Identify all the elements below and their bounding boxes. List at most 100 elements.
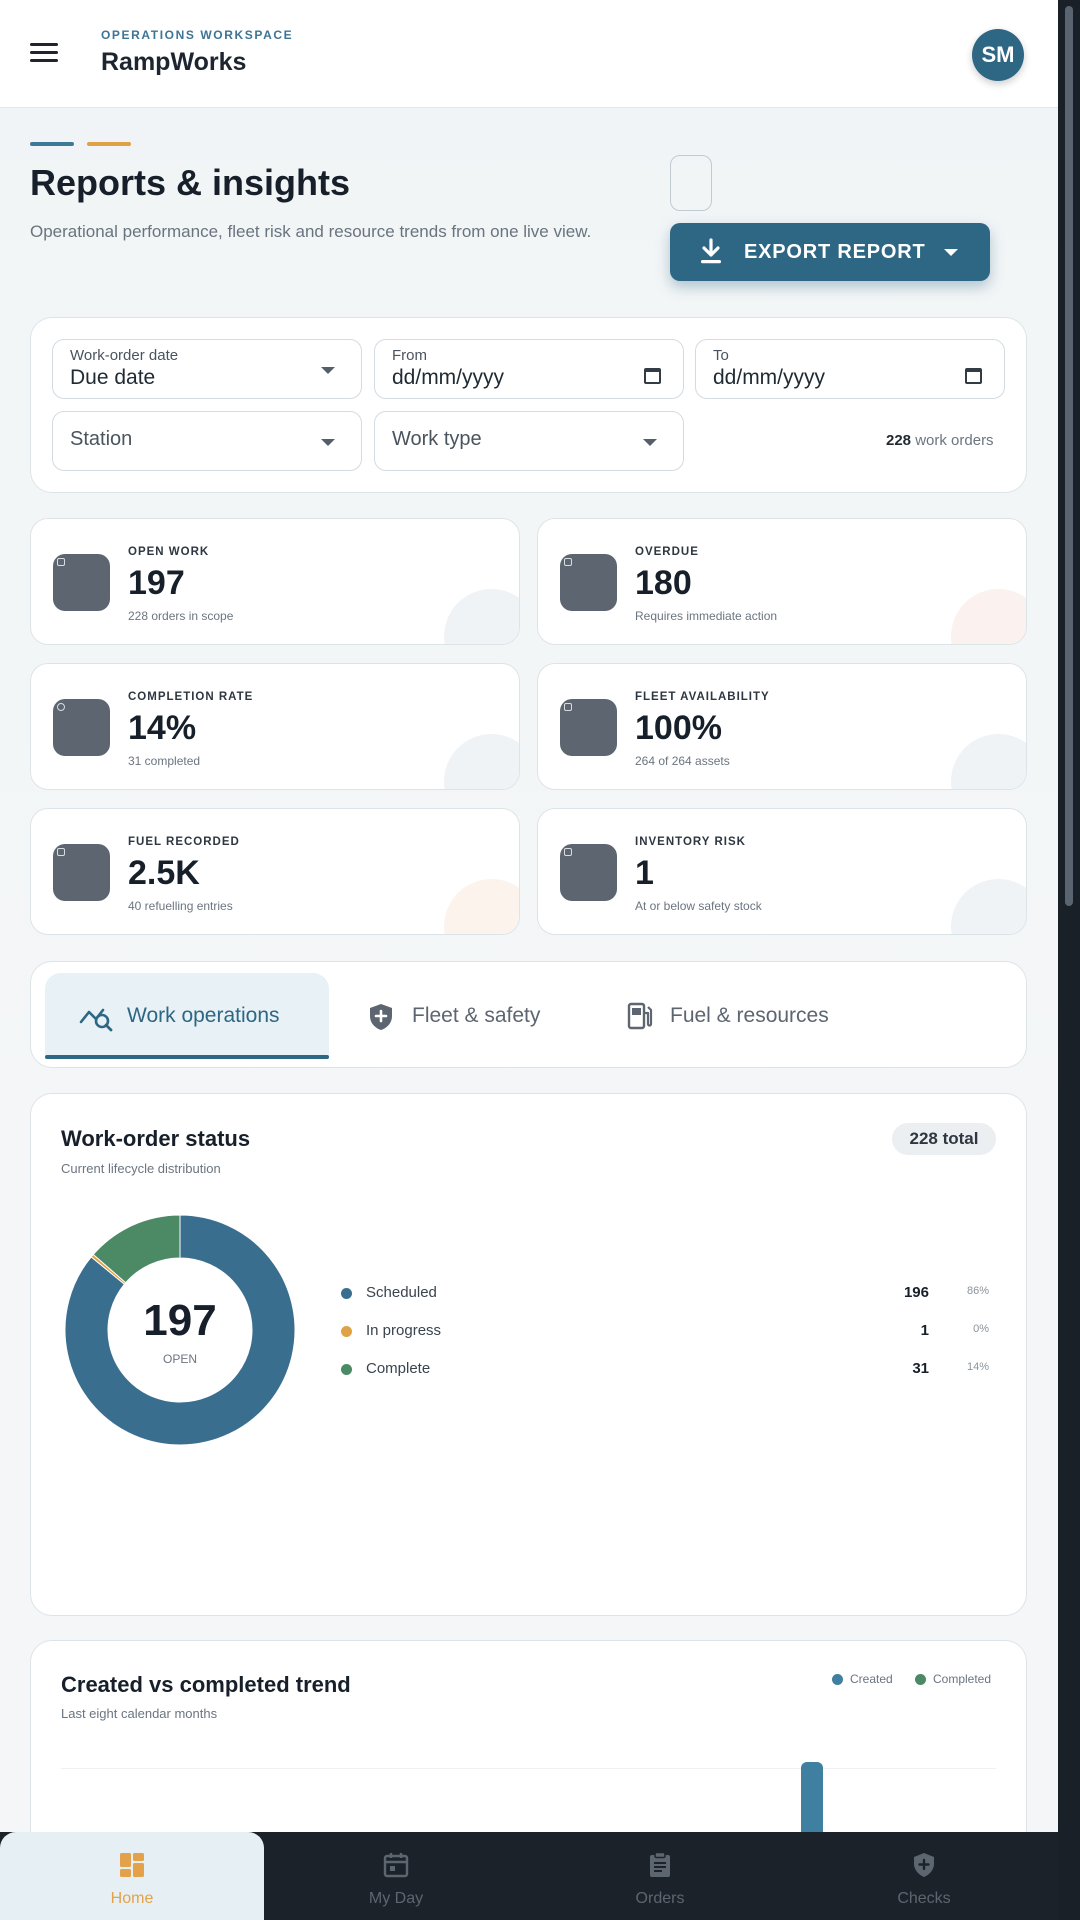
kpi-inventory-risk[interactable]: INVENTORY RISK 1 At or below safety stoc… — [537, 808, 1027, 935]
legend-percent: 86% — [966, 1285, 989, 1297]
trend-card-subtitle: Last eight calendar months — [61, 1706, 218, 1721]
nav-label: Checks — [897, 1890, 951, 1907]
kpi-value: 2.5K — [128, 854, 200, 892]
nav-label: Orders — [635, 1890, 685, 1907]
kpi-value: 1 — [635, 854, 654, 892]
export-report-label: EXPORT REPORT — [744, 241, 926, 263]
legend-label: In progress — [366, 1322, 442, 1339]
donut-center-value: 197 — [143, 1296, 217, 1345]
export-report-button[interactable]: EXPORT REPORT — [670, 223, 990, 281]
kpi-subtext: 264 of 264 assets — [635, 754, 730, 768]
menu-icon[interactable] — [30, 40, 60, 64]
kpi-subtext: 31 completed — [128, 754, 201, 768]
date-type-label: Work-order date — [70, 347, 179, 364]
donut-center-label: OPEN — [162, 1352, 197, 1366]
kpi-fuel-recorded[interactable]: FUEL RECORDED 2.5K 40 refuelling entries — [30, 808, 520, 935]
legend-dot-completed — [915, 1674, 926, 1685]
decorative-circle — [951, 734, 1026, 789]
tab-work-operations[interactable]: Work operations — [45, 973, 329, 1059]
work-type-placeholder: Work type — [392, 428, 482, 450]
kpi-overdue[interactable]: OVERDUE 180 Requires immediate action — [537, 518, 1027, 645]
nav-label: Home — [110, 1890, 154, 1907]
kpi-label: OVERDUE — [635, 546, 699, 558]
legend-dot — [341, 1364, 352, 1375]
truck-icon — [560, 699, 617, 756]
dashboard-icon — [120, 1853, 144, 1877]
nav-home[interactable]: Home — [0, 1832, 264, 1920]
top-app-bar: OPERATIONS WORKSPACE RampWorks SM — [0, 0, 1058, 108]
from-date-field[interactable]: From dd/mm/yyyy — [374, 339, 684, 399]
status-card-subtitle: Current lifecycle distribution — [61, 1161, 221, 1176]
to-date-value: dd/mm/yyyy — [713, 366, 826, 389]
decorative-circle — [444, 589, 519, 644]
calendar-icon — [383, 1853, 409, 1878]
calendar-icon[interactable] — [965, 368, 982, 384]
legend-dot — [341, 1288, 352, 1299]
work-order-count: 228 work orders — [886, 432, 994, 449]
accent-bar-orange — [87, 142, 131, 146]
avatar[interactable]: SM — [972, 29, 1024, 81]
page-title: Reports & insights — [30, 162, 351, 203]
tab-label: Work operations — [127, 1004, 280, 1027]
date-type-value: Due date — [70, 366, 156, 389]
analytics-icon — [79, 1008, 113, 1032]
decorative-circle — [951, 879, 1026, 934]
decorative-circle — [444, 734, 519, 789]
work-type-select[interactable]: Work type — [374, 411, 684, 471]
calendar-icon[interactable] — [644, 368, 661, 384]
legend-value: 1 — [920, 1322, 929, 1339]
shield-icon — [370, 1004, 392, 1030]
clipboard-icon — [53, 554, 110, 611]
status-card-title: Work-order status — [61, 1126, 251, 1151]
nav-checks[interactable]: Checks — [792, 1832, 1056, 1920]
legend-dot-created — [832, 1674, 843, 1685]
dropdown-arrow-icon — [643, 439, 657, 446]
kpi-value: 180 — [635, 564, 692, 602]
legend-value: 31 — [912, 1360, 929, 1377]
legend-percent: 0% — [973, 1323, 989, 1335]
legend-value: 196 — [903, 1284, 929, 1301]
nav-orders[interactable]: Orders — [528, 1832, 792, 1920]
legend-row: Scheduled 196 86% — [338, 1282, 993, 1306]
from-date-label: From — [392, 347, 427, 364]
dropdown-arrow-icon — [321, 367, 335, 374]
tab-fleet-safety[interactable]: Fleet & safety — [350, 973, 580, 1059]
total-badge: 228 total — [892, 1123, 996, 1155]
to-date-label: To — [713, 347, 729, 364]
nav-my-day[interactable]: My Day — [264, 1832, 528, 1920]
kpi-label: OPEN WORK — [128, 546, 210, 558]
kpi-label: FLEET AVAILABILITY — [635, 691, 770, 703]
warning-icon — [560, 554, 617, 611]
kpi-value: 100% — [635, 709, 722, 747]
kpi-subtext: 228 orders in scope — [128, 609, 234, 623]
trend-bar-created — [801, 1762, 823, 1842]
tab-label: Fuel & resources — [670, 1004, 829, 1027]
trend-card-title: Created vs completed trend — [61, 1672, 351, 1697]
kpi-label: COMPLETION RATE — [128, 691, 254, 703]
kpi-fleet-availability[interactable]: FLEET AVAILABILITY 100% 264 of 264 asset… — [537, 663, 1027, 790]
trend-legend: Created Completed — [830, 1670, 1000, 1690]
legend-label-completed: Completed — [933, 1672, 992, 1686]
fuel-pump-icon — [627, 1002, 653, 1030]
trend-gridline — [61, 1768, 996, 1769]
date-type-select[interactable]: Work-order date Due date — [52, 339, 362, 399]
secondary-action-button[interactable] — [670, 155, 712, 211]
decorative-circle — [951, 589, 1026, 644]
from-date-value: dd/mm/yyyy — [392, 366, 505, 389]
clipboard-icon — [650, 1852, 670, 1877]
decorative-circle — [444, 879, 519, 934]
station-select[interactable]: Station — [52, 411, 362, 471]
legend-row: In progress 1 0% — [338, 1320, 993, 1344]
kpi-open-work[interactable]: OPEN WORK 197 228 orders in scope — [30, 518, 520, 645]
to-date-field[interactable]: To dd/mm/yyyy — [695, 339, 1005, 399]
fuel-icon — [53, 844, 110, 901]
scrollbar-thumb[interactable] — [1065, 6, 1073, 906]
kpi-value: 197 — [128, 564, 185, 602]
tab-fuel-resources[interactable]: Fuel & resources — [610, 973, 860, 1059]
tab-label: Fleet & safety — [412, 1004, 541, 1027]
kpi-completion-rate[interactable]: COMPLETION RATE 14% 31 completed — [30, 663, 520, 790]
station-placeholder: Station — [70, 428, 133, 450]
workspace-label: OPERATIONS WORKSPACE — [101, 28, 294, 42]
kpi-label: INVENTORY RISK — [635, 836, 746, 848]
app-root: OPERATIONS WORKSPACE RampWorks SM Report… — [0, 0, 1058, 1920]
